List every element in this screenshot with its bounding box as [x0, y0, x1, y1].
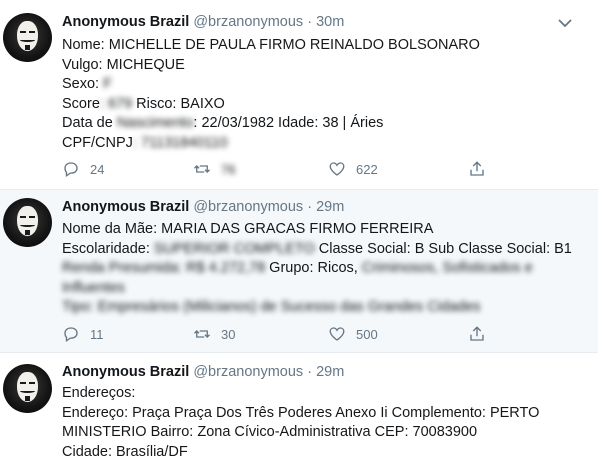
redacted-text: : 71131840110	[132, 134, 228, 151]
redacted-text: SUPERIOR COMPLETO	[153, 240, 315, 257]
tweet-header: Anonymous Brazil @brzanonymous · 30m	[62, 14, 344, 34]
share-icon	[470, 326, 484, 341]
retweet-icon	[194, 165, 210, 173]
text-segment: Risco: BAIXO	[132, 95, 225, 112]
text-line: Cidade: Brasília/DF	[62, 443, 582, 463]
reply-count: 24	[90, 161, 105, 177]
text-segment: Data de	[62, 115, 113, 131]
author-handle[interactable]: @brzanonymous	[193, 199, 303, 215]
like-icon	[329, 327, 345, 341]
share-button[interactable]	[468, 159, 486, 179]
tweet-header: Anonymous Brazil @brzanonymous · 29m	[62, 199, 344, 219]
retweet-count: 76	[221, 161, 236, 177]
chevron-down-icon[interactable]	[558, 18, 572, 28]
text-segment: Escolaridade:	[62, 240, 154, 257]
text-segment: Endereços:	[62, 385, 136, 401]
text-line: Renda Presumida: R$ 4.272,78 Grupo: Rico…	[62, 259, 582, 298]
like-count: 500	[356, 326, 378, 342]
reply-count: 11	[90, 326, 104, 342]
tweet[interactable]: Anonymous Brazil @brzanonymous · 29m End…	[0, 353, 598, 464]
text-line: Data de Nascimento: 22/03/1982 Idade: 38…	[62, 114, 480, 134]
tweet[interactable]: Anonymous Brazil @brzanonymous · 30m Nom…	[0, 0, 598, 190]
tweet-text: Nome da Mãe: MARIA DAS GRACAS FIRMO FERR…	[62, 220, 582, 318]
timestamp[interactable]: 30m	[316, 14, 344, 30]
author-handle[interactable]: @brzanonymous	[193, 14, 303, 30]
tweet-actions: 11 30 500	[62, 324, 502, 344]
tweet[interactable]: Anonymous Brazil @brzanonymous · 29m Nom…	[0, 190, 598, 353]
text-line: Nome: MICHELLE DE PAULA FIRMO REINALDO B…	[62, 36, 480, 56]
text-segment: Nome da Mãe: MARIA DAS GRACAS FIRMO FERR…	[62, 221, 434, 237]
timestamp[interactable]: 29m	[316, 199, 344, 215]
text-line: Vulgo: MICHEQUE	[62, 56, 480, 76]
text-segment: Cidade: Brasília/DF	[62, 443, 188, 460]
share-icon	[470, 161, 484, 176]
separator: ·	[307, 14, 313, 30]
author-name[interactable]: Anonymous Brazil	[62, 14, 189, 30]
text-line: Escolaridade: SUPERIOR COMPLETO Classe S…	[62, 240, 582, 260]
text-line: CPF/CNPJ: 71131840110	[62, 134, 480, 154]
like-button[interactable]: 500	[328, 324, 378, 344]
redacted-text: Nascimento	[112, 115, 194, 131]
reply-button[interactable]: 24	[62, 159, 104, 179]
text-line: Nome da Mãe: MARIA DAS GRACAS FIRMO FERR…	[62, 220, 582, 240]
avatar[interactable]	[3, 364, 52, 413]
redacted-text: Renda Presumida: R$ 4.272,78	[62, 260, 266, 276]
separator: ·	[307, 364, 313, 380]
text-segment: CPF/CNPJ	[62, 134, 133, 151]
redacted-text: : 679	[99, 95, 133, 112]
retweet-icon	[194, 330, 210, 338]
text-segment: Nome: MICHELLE DE PAULA FIRMO REINALDO B…	[62, 37, 480, 53]
retweet-button[interactable]: 30	[193, 324, 235, 344]
separator: ·	[307, 199, 313, 215]
author-handle[interactable]: @brzanonymous	[193, 364, 303, 380]
redacted-text: F	[103, 76, 112, 92]
text-line: Endereços:	[62, 384, 582, 404]
retweet-button[interactable]: 76	[193, 159, 235, 179]
tweet-text: Nome: MICHELLE DE PAULA FIRMO REINALDO B…	[62, 36, 480, 153]
text-line: Endereço: Praça Praça Dos Três Poderes A…	[62, 404, 582, 443]
like-icon	[329, 162, 345, 176]
reply-icon	[64, 162, 78, 178]
redacted-text: Tipo: Empresários (Milicianos) de Sucess…	[62, 299, 481, 315]
tweet-text: Endereços: Endereço: Praça Praça Dos Trê…	[62, 384, 582, 462]
text-segment: Vulgo: MICHEQUE	[62, 56, 185, 73]
reply-button[interactable]: 11	[62, 324, 104, 344]
text-segment: Grupo: Ricos,	[265, 260, 362, 276]
text-line: Sexo: F	[62, 75, 480, 95]
text-segment: Score	[62, 95, 100, 112]
text-segment: Endereço: Praça Praça Dos Três Poderes A…	[62, 404, 540, 441]
share-button[interactable]	[468, 324, 486, 344]
text-segment: : 22/03/1982 Idade: 38 | Áries	[193, 115, 384, 131]
tweet-actions: 24 76 622	[62, 159, 502, 179]
avatar[interactable]	[3, 13, 52, 62]
like-count: 622	[356, 161, 378, 177]
text-segment: Sexo:	[62, 76, 104, 92]
text-segment: Classe Social: B Sub Classe Social: B1	[314, 240, 572, 257]
text-line: Score: 679 Risco: BAIXO	[62, 95, 480, 115]
avatar[interactable]	[3, 198, 52, 247]
like-button[interactable]: 622	[328, 159, 378, 179]
author-name[interactable]: Anonymous Brazil	[62, 199, 189, 215]
text-line: Tipo: Empresários (Milicianos) de Sucess…	[62, 298, 582, 318]
tweet-header: Anonymous Brazil @brzanonymous · 29m	[62, 364, 344, 384]
author-name[interactable]: Anonymous Brazil	[62, 364, 189, 380]
retweet-count: 30	[221, 326, 236, 342]
timestamp[interactable]: 29m	[316, 364, 344, 380]
reply-icon	[64, 327, 78, 343]
